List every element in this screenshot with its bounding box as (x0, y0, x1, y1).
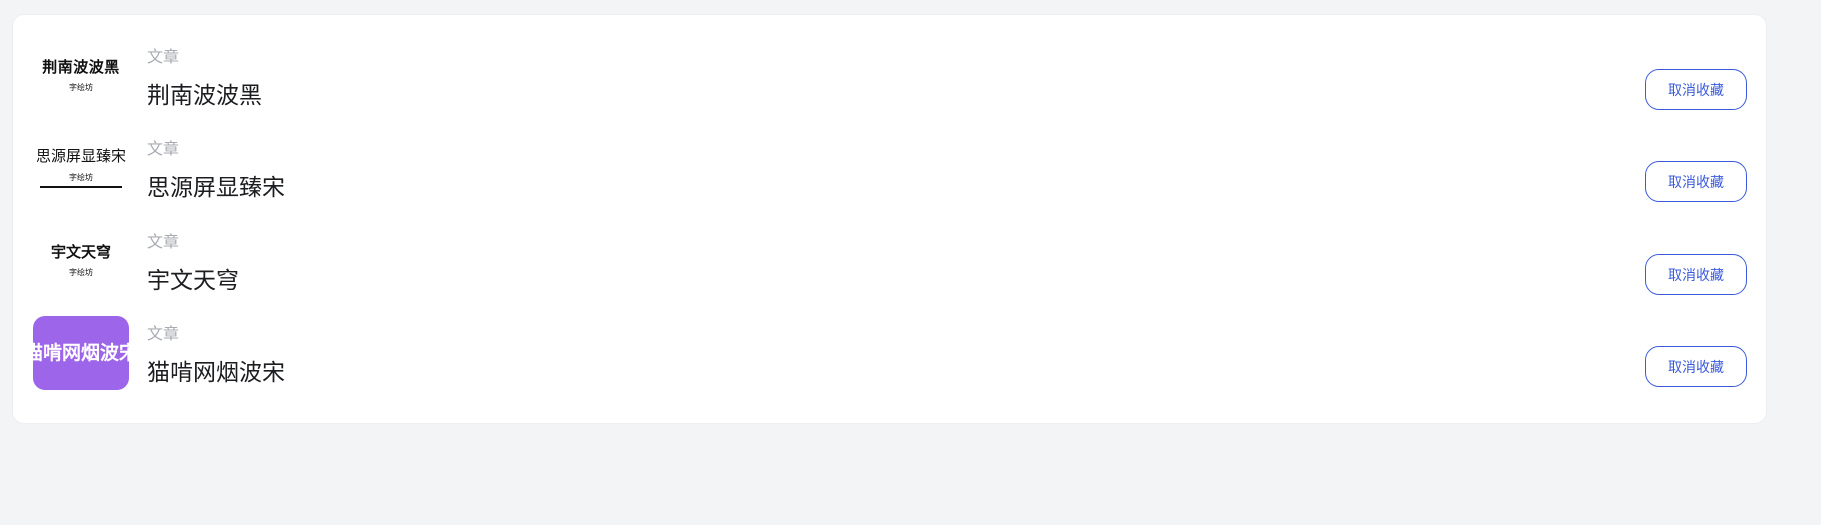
item-category: 文章 (147, 47, 180, 66)
font-thumbnail[interactable]: 猫啃网烟波宋 (33, 316, 129, 390)
font-thumbnail[interactable]: 思源屏显臻宋 字绘坊 (33, 131, 129, 205)
item-title[interactable]: 猫啃网烟波宋 (147, 359, 285, 387)
list-item[interactable]: 思源屏显臻宋 字绘坊 文章 思源屏显臻宋 取消收藏 (13, 127, 1766, 219)
thumbnail-brand: 字绘坊 (69, 83, 93, 92)
thumbnail-title: 思源屏显臻宋 (35, 146, 126, 165)
thumbnail-title: 宇文天穹 (50, 243, 111, 261)
unfavorite-button[interactable]: 取消收藏 (1645, 346, 1747, 387)
unfavorite-button[interactable]: 取消收藏 (1645, 161, 1747, 202)
item-category: 文章 (147, 232, 180, 251)
item-category: 文章 (147, 139, 180, 158)
list-item[interactable]: 猫啃网烟波宋 文章 猫啃网烟波宋 取消收藏 (13, 312, 1766, 404)
unfavorite-button[interactable]: 取消收藏 (1645, 69, 1747, 110)
thumbnail-title: 荆南波波黑 (42, 58, 120, 76)
unfavorite-button[interactable]: 取消收藏 (1645, 254, 1747, 295)
item-category: 文章 (147, 324, 180, 343)
thumbnail-brand: 字绘坊 (69, 268, 93, 277)
font-thumbnail[interactable]: 荆南波波黑 字绘坊 (33, 39, 129, 113)
item-title[interactable]: 思源屏显臻宋 (147, 174, 285, 202)
list-item[interactable]: 荆南波波黑 字绘坊 文章 荆南波波黑 取消收藏 (13, 35, 1766, 127)
thumbnail-underline (40, 185, 122, 188)
list-item[interactable]: 宇文天穹 字绘坊 文章 宇文天穹 取消收藏 (13, 220, 1766, 312)
thumbnail-brand: 字绘坊 (69, 172, 93, 182)
item-title[interactable]: 荆南波波黑 (147, 82, 262, 110)
item-title[interactable]: 宇文天穹 (147, 267, 239, 295)
font-thumbnail[interactable]: 宇文天穹 字绘坊 (33, 224, 129, 298)
favorites-card: 荆南波波黑 字绘坊 文章 荆南波波黑 取消收藏 思源屏显臻宋 字绘坊 文章 思源… (12, 14, 1767, 424)
thumbnail-title: 猫啃网烟波宋 (33, 341, 129, 364)
